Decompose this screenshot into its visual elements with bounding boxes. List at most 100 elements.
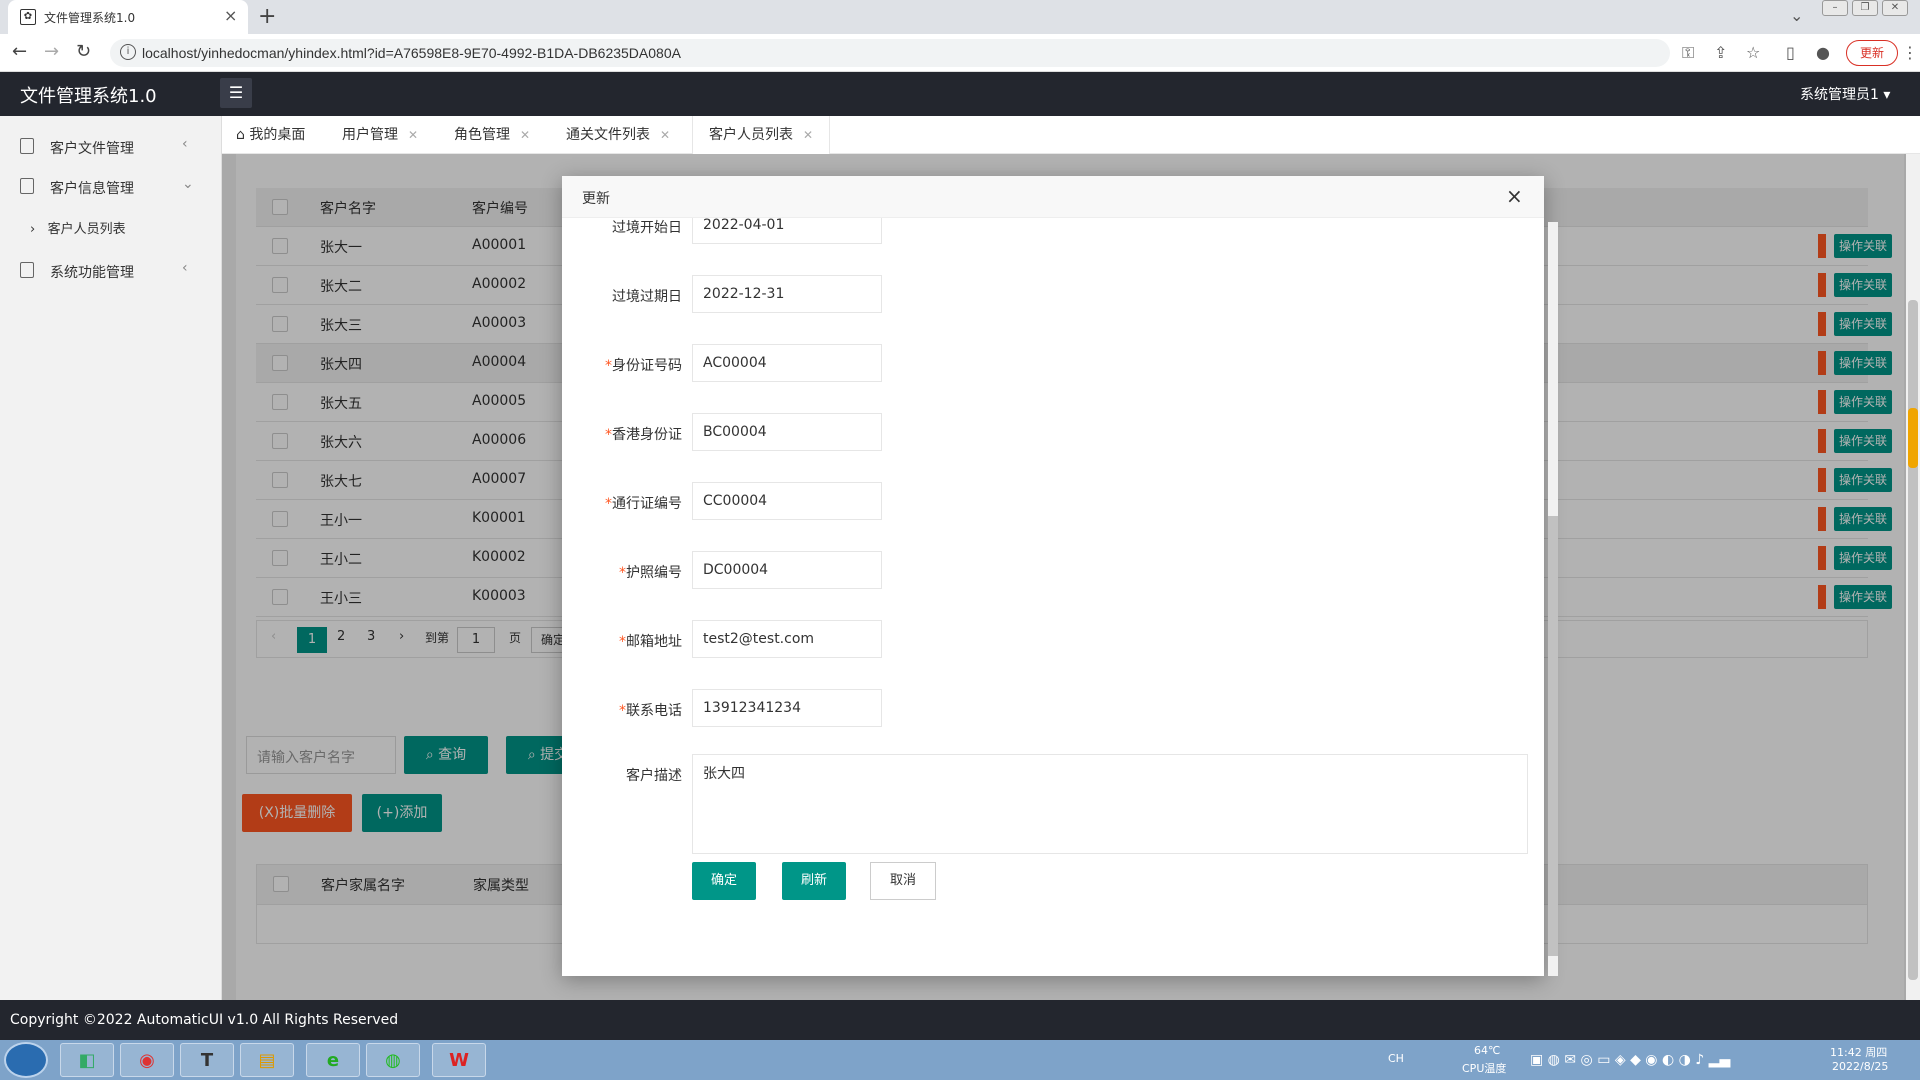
hamburger-menu-icon[interactable]: ☰ xyxy=(220,78,252,108)
url-omnibox[interactable]: i localhost/yinhedocman/yhindex.html?id=… xyxy=(110,39,1670,67)
sidebar: 客户文件管理 ‹ 客户信息管理 ⌄ 系统功能管理 ‹ xyxy=(0,116,222,1000)
field-label-text: 过境开始日 xyxy=(612,220,682,236)
sidebar-subitem-label: 客户人员列表 xyxy=(47,222,126,237)
copyright-text: Copyright ©2022 AutomaticUI v1.0 All Rig… xyxy=(10,1012,399,1028)
cancel-button[interactable]: 取消 xyxy=(870,862,936,900)
browser-tab-title: 文件管理系统1.0 xyxy=(44,11,136,25)
sidebar-item-customer-files[interactable]: 客户文件管理 ‹ xyxy=(0,126,222,166)
bookmark-star-icon[interactable]: ☆ xyxy=(1746,43,1760,62)
document-icon xyxy=(20,262,34,278)
app-footer: Copyright ©2022 AutomaticUI v1.0 All Rig… xyxy=(0,1000,1920,1040)
field-input[interactable]: BC00004 xyxy=(692,413,882,451)
browser-tabstrip: ✿ 文件管理系统1.0 × + ⌄ – ❐ ✕ xyxy=(0,0,1920,34)
dialog-title: 更新 xyxy=(582,191,610,207)
required-mark: * xyxy=(619,565,626,581)
share-icon[interactable]: ⇪ xyxy=(1714,43,1727,62)
dialog-body: 过境开始日 2022-04-01 过境过期日 2022-12-31 *身份证号码 AC00… xyxy=(562,218,1544,976)
text-editor-taskbar-icon[interactable]: T xyxy=(180,1043,234,1077)
document-icon xyxy=(20,138,34,154)
tabs-overlay-spacer xyxy=(222,116,1920,154)
back-icon[interactable]: ← xyxy=(12,41,27,62)
chevron-right-icon: › xyxy=(30,222,36,237)
browser-update-button[interactable]: 更新 xyxy=(1846,40,1898,66)
url-text: localhost/yinhedocman/yhindex.html?id=A7… xyxy=(142,45,681,61)
field-label: *联系电话 xyxy=(562,700,682,720)
chevron-left-icon: ‹ xyxy=(182,260,188,276)
refresh-button[interactable]: 刷新 xyxy=(782,862,846,900)
required-mark: * xyxy=(605,496,612,512)
cpu-temp: 64℃ xyxy=(1474,1044,1501,1057)
tab-search-chevron-icon[interactable]: ⌄ xyxy=(1790,6,1803,25)
cpu-temp-label: CPU温度 xyxy=(1462,1062,1507,1075)
chevron-left-icon: ‹ xyxy=(182,136,188,152)
field-input[interactable]: CC00004 xyxy=(692,482,882,520)
browser-tab[interactable]: ✿ 文件管理系统1.0 × xyxy=(8,0,248,34)
sidebar-item-label: 客户文件管理 xyxy=(50,141,134,157)
tray-icons[interactable]: ▣ ◍ ✉ ◎ ▭ ◈ ◆ ◉ ◐ ◑ ♪ ▂▄ xyxy=(1530,1052,1730,1068)
field-label-text: 护照编号 xyxy=(626,565,682,581)
required-mark: * xyxy=(605,427,612,443)
browser-e-taskbar-icon[interactable]: e xyxy=(306,1043,360,1077)
wechat-taskbar-icon[interactable]: ◍ xyxy=(366,1043,420,1077)
field-label-text: 通行证编号 xyxy=(612,496,682,512)
field-label-text: 身份证号码 xyxy=(612,358,682,374)
site-info-icon[interactable]: i xyxy=(120,44,136,60)
document-icon xyxy=(20,178,34,194)
user-name: 系统管理员1 xyxy=(1800,87,1879,103)
field-label: *通行证编号 xyxy=(562,493,682,513)
profile-avatar-icon[interactable]: ● xyxy=(1816,43,1830,62)
field-label: *香港身份证 xyxy=(562,424,682,444)
required-mark: * xyxy=(619,703,626,719)
close-tab-icon[interactable]: × xyxy=(224,6,237,25)
language-indicator[interactable]: CH xyxy=(1388,1052,1404,1065)
restore-icon[interactable]: ❐ xyxy=(1852,0,1878,16)
browser-menu-icon[interactable]: ⋮ xyxy=(1902,43,1918,62)
field-label: *身份证号码 xyxy=(562,355,682,375)
chrome-taskbar-icon[interactable]: ◉ xyxy=(120,1043,174,1077)
sidebar-subitem-customer-list[interactable]: › 客户人员列表 xyxy=(30,218,126,237)
dialog-scrollbar-thumb[interactable] xyxy=(1548,516,1558,956)
key-icon[interactable]: ⚿ xyxy=(1682,43,1694,63)
window-close-icon[interactable]: ✕ xyxy=(1882,0,1908,16)
update-dialog: 更新 × 过境开始日 2022-04-01 过境过期日 2022-12-31 *身份证号… xyxy=(562,176,1558,976)
new-tab-icon[interactable]: + xyxy=(258,4,276,29)
field-label-text: 联系电话 xyxy=(626,703,682,719)
customer-description-textarea[interactable]: 张大四 xyxy=(692,754,1528,854)
chevron-down-icon: ⌄ xyxy=(182,176,194,192)
clock-date[interactable]: 2022/8/25 xyxy=(1832,1060,1888,1073)
field-input[interactable]: test2@test.com xyxy=(692,620,882,658)
field-label-text: 香港身份证 xyxy=(612,427,682,443)
field-input[interactable]: 2022-04-01 xyxy=(692,218,882,244)
dialog-header: 更新 × xyxy=(562,176,1544,218)
window-controls: – ❐ ✕ xyxy=(1822,0,1920,18)
start-button-icon[interactable] xyxy=(4,1042,48,1078)
field-label: 客户描述 xyxy=(626,768,682,784)
sidebar-item-label: 客户信息管理 xyxy=(50,181,134,197)
field-input[interactable]: DC00004 xyxy=(692,551,882,589)
field-label-text: 过境过期日 xyxy=(612,289,682,305)
sidebar-item-label: 系统功能管理 xyxy=(50,265,134,281)
user-menu[interactable]: 系统管理员1 ▾ xyxy=(1800,84,1890,104)
reload-icon[interactable]: ↻ xyxy=(76,41,91,62)
field-input[interactable]: AC00004 xyxy=(692,344,882,382)
close-icon[interactable]: × xyxy=(1506,184,1523,208)
windows-taskbar: ◧ ◉ T ▤ e ◍ W CH 64℃ CPU温度 ▣ ◍ ✉ ◎ ▭ ◈ ◆… xyxy=(0,1040,1920,1080)
sidebar-item-system[interactable]: 系统功能管理 ‹ xyxy=(0,250,222,290)
required-mark: * xyxy=(619,634,626,650)
sidebar-item-customer-info[interactable]: 客户信息管理 ⌄ xyxy=(0,166,222,206)
field-label-text: 邮箱地址 xyxy=(626,634,682,650)
files-taskbar-icon[interactable]: ◧ xyxy=(60,1043,114,1077)
wps-taskbar-icon[interactable]: W xyxy=(432,1043,486,1077)
minimize-icon[interactable]: – xyxy=(1822,0,1848,16)
required-mark: * xyxy=(605,358,612,374)
clock-time[interactable]: 11:42 周四 xyxy=(1830,1044,1887,1060)
folder-taskbar-icon[interactable]: ▤ xyxy=(240,1043,294,1077)
field-input[interactable]: 13912341234 xyxy=(692,689,882,727)
sidepanel-icon[interactable]: ▯ xyxy=(1786,43,1795,62)
field-input[interactable]: 2022-12-31 xyxy=(692,275,882,313)
scroll-marker xyxy=(1908,408,1918,468)
confirm-button[interactable]: 确定 xyxy=(692,862,756,900)
site-favicon-icon: ✿ xyxy=(20,9,36,25)
page-scrollbar-thumb[interactable] xyxy=(1908,300,1918,980)
forward-icon[interactable]: → xyxy=(44,41,59,62)
